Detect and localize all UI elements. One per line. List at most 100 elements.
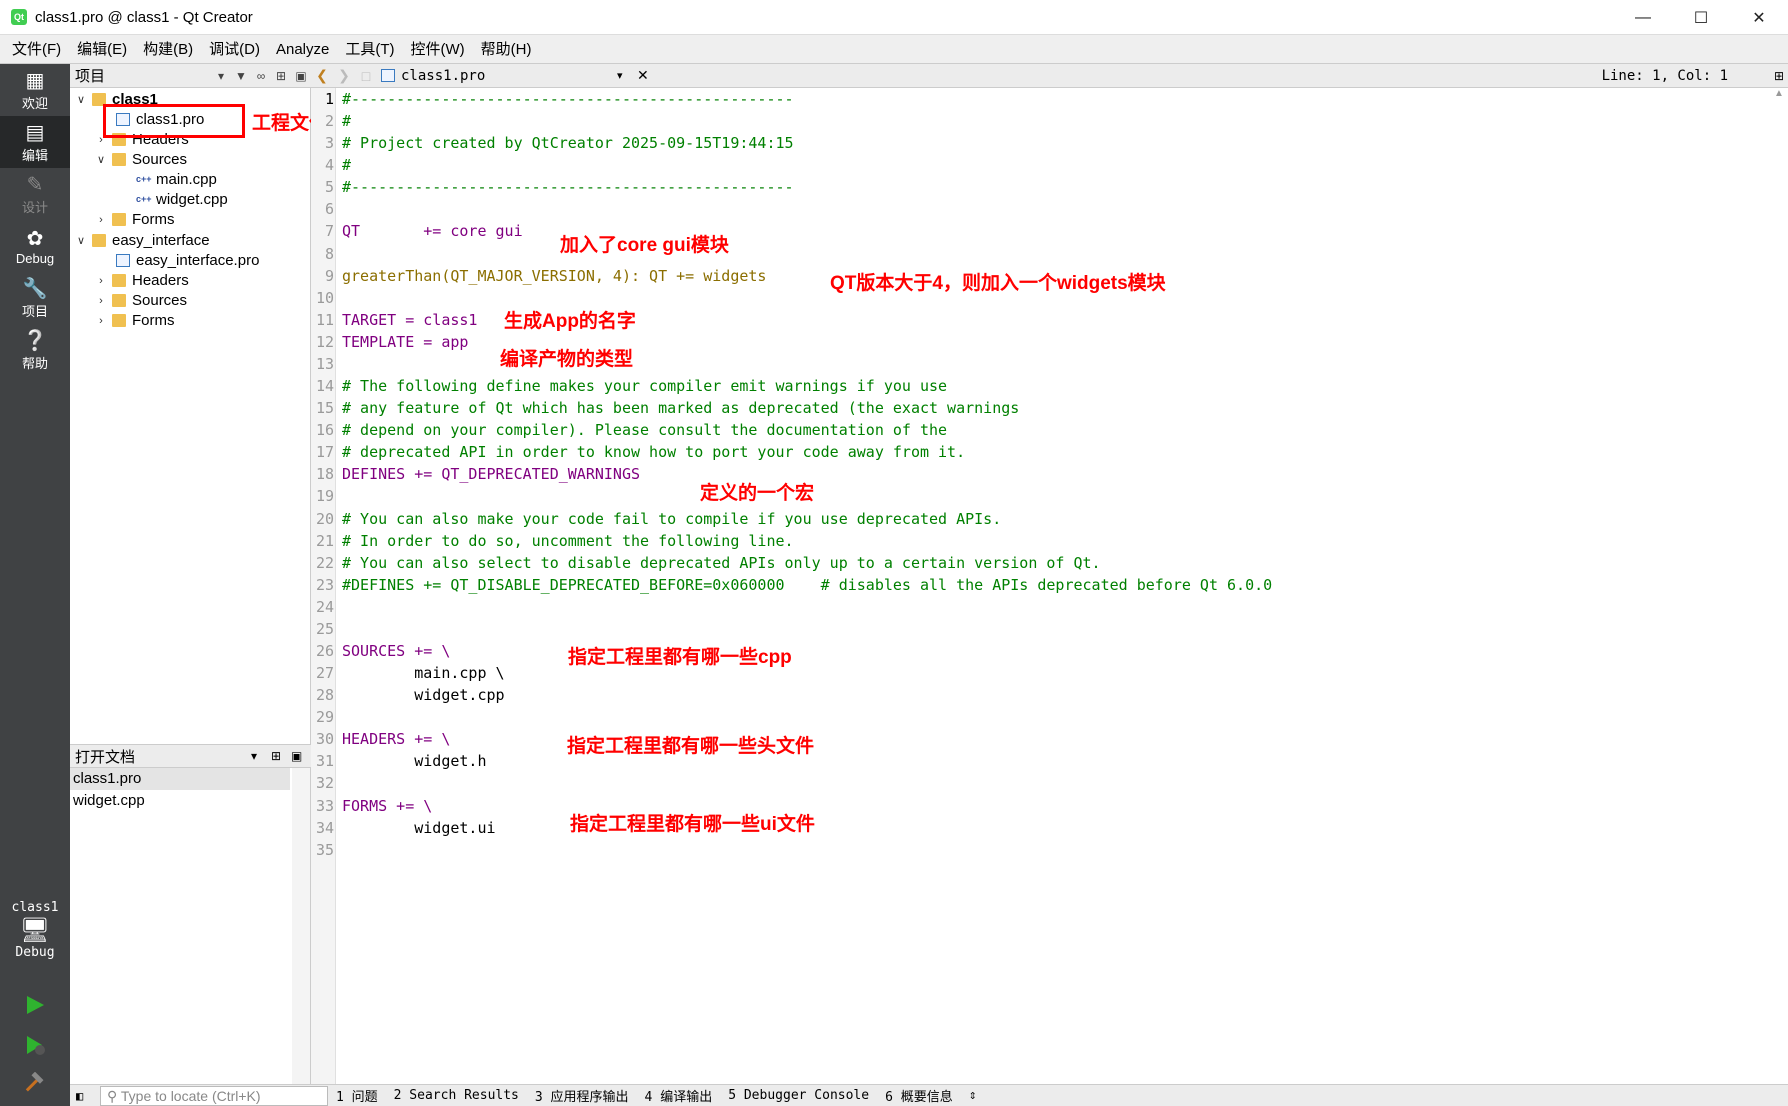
run-button[interactable] <box>0 986 70 1024</box>
editor-scrollbar[interactable]: ▲ <box>1770 88 1788 1084</box>
split-icon[interactable]: ⊞ <box>1774 69 1784 83</box>
editor-toolbar: ❮ ❯ □ class1.pro ▾ ✕ Line: 1, Col: 1 ⊞ <box>311 64 1788 88</box>
menu-file[interactable]: 文件(F) <box>4 35 69 64</box>
menu-widgets[interactable]: 控件(W) <box>403 35 473 64</box>
filter-icon[interactable]: ▼ <box>231 69 251 83</box>
line-number: 19 <box>315 487 334 506</box>
mode-projects[interactable]: 🔧 项目 <box>0 272 70 324</box>
status-bar: ◧ ⚲ Type to locate (Ctrl+K) 1 问题 2 Searc… <box>70 1084 1788 1106</box>
code-line: # In order to do so, uncomment the follo… <box>342 531 794 550</box>
line-number: 22 <box>315 553 334 572</box>
kit-name: class1 <box>11 900 59 915</box>
mode-welcome[interactable]: ▦ 欢迎 <box>0 64 70 116</box>
close-pane-icon[interactable]: ▣ <box>291 749 311 763</box>
back-icon[interactable]: ❮ <box>311 67 333 84</box>
annotation-template: 编译产物的类型 <box>500 349 634 370</box>
monitor-icon: 🖥 <box>19 916 51 944</box>
menu-tools[interactable]: 工具(T) <box>337 35 402 64</box>
chevron-right-icon[interactable]: › <box>94 214 108 226</box>
line-number: 10 <box>315 288 334 307</box>
build-button[interactable] <box>0 1064 70 1102</box>
line-number: 3 <box>324 134 334 153</box>
chevron-down-icon[interactable]: ▾ <box>251 749 271 763</box>
close-icon[interactable]: ✕ <box>637 67 657 84</box>
chevron-right-icon[interactable]: › <box>94 315 108 327</box>
annotation-widgets: QT版本大于4，则加入一个widgets模块 <box>830 273 1166 294</box>
scroll-up-icon[interactable]: ▲ <box>1770 88 1788 99</box>
project-panel-header: 项目 ▾ ▼ ∞ ⊞ ▣ <box>70 64 311 88</box>
pane-issues[interactable]: 1 问题 <box>328 1086 386 1105</box>
code-line: #---------------------------------------… <box>342 90 794 108</box>
open-docs-header: 打开文档 ▾ ⊞ ▣ <box>70 744 311 768</box>
chevron-right-icon[interactable]: › <box>94 275 108 287</box>
forward-icon[interactable]: ❯ <box>333 67 355 84</box>
pane-debugger-console[interactable]: 5 Debugger Console <box>720 1088 877 1103</box>
line-number: 33 <box>315 796 334 815</box>
code-line: #DEFINES += QT_DISABLE_DEPRECATED_BEFORE… <box>342 575 1273 594</box>
code-editor[interactable]: #---------------------------------------… <box>336 88 1770 1084</box>
close-icon[interactable]: ✕ <box>1730 0 1788 35</box>
mode-design[interactable]: ✎ 设计 <box>0 168 70 220</box>
split-icon[interactable]: ⊞ <box>271 749 291 763</box>
line-number: 15 <box>315 399 334 418</box>
pane-app-output[interactable]: 3 应用程序输出 <box>527 1086 637 1105</box>
sidebar-toggle-icon[interactable]: ◧ <box>76 1089 83 1103</box>
close-pane-icon[interactable]: ▣ <box>291 69 311 83</box>
pen-icon: ✎ <box>26 173 44 196</box>
split-icon[interactable]: ⊞ <box>271 69 291 83</box>
menu-debug[interactable]: 调试(D) <box>201 35 268 64</box>
chevron-updown-icon[interactable]: ⇕ <box>961 1088 985 1103</box>
menu-help[interactable]: 帮助(H) <box>473 35 540 64</box>
annotation-headers: 指定工程里都有哪一些头文件 <box>567 736 815 757</box>
code-line: widget.h <box>342 752 487 771</box>
qt-creator-icon: Qt <box>11 9 27 25</box>
list-item[interactable]: class1.pro <box>70 768 290 790</box>
locator-input[interactable]: ⚲ Type to locate (Ctrl+K) <box>100 1085 328 1106</box>
document-selector[interactable]: class1.pro <box>397 68 617 84</box>
tree-item-forms[interactable]: › Forms <box>94 208 174 231</box>
project-panel-title: 项目 <box>75 68 106 85</box>
annotation-target: 生成App的名字 <box>504 311 636 332</box>
line-number: 30 <box>315 730 334 749</box>
hammer-icon <box>25 1072 44 1092</box>
chevron-down-icon[interactable]: ∨ <box>74 234 88 247</box>
chevron-down-icon[interactable]: ▾ <box>617 69 637 82</box>
code-line: # deprecated API in order to know how to… <box>342 443 966 462</box>
run-icon <box>27 996 44 1014</box>
chevron-down-icon[interactable]: ∨ <box>94 153 108 166</box>
scrollbar[interactable] <box>292 768 310 1084</box>
mode-help[interactable]: ❔ 帮助 <box>0 324 70 376</box>
chevron-down-icon[interactable]: ▾ <box>211 69 231 83</box>
code-line: DEFINES += QT_DEPRECATED_WARNINGS <box>342 465 641 484</box>
kit-selector[interactable]: class1 🖥 Debug <box>0 900 70 960</box>
chevron-down-icon[interactable]: ∨ <box>74 93 88 106</box>
folder-icon <box>112 213 126 226</box>
line-number: 18 <box>315 465 334 484</box>
mode-debug[interactable]: ✿ Debug <box>0 220 70 272</box>
chevron-right-icon[interactable]: › <box>94 295 108 307</box>
debug-run-button[interactable] <box>0 1026 70 1064</box>
menu-build[interactable]: 构建(B) <box>135 35 201 64</box>
annotation-qt: 加入了core gui模块 <box>560 235 729 256</box>
menu-analyze[interactable]: Analyze <box>268 35 337 64</box>
code-line: TARGET = class1 <box>342 310 478 329</box>
code-line: # <box>342 112 352 131</box>
list-item[interactable]: widget.cpp <box>70 790 290 812</box>
tree-item-forms-2[interactable]: › Forms <box>94 309 174 332</box>
open-docs-title: 打开文档 <box>75 748 136 766</box>
pane-search-results[interactable]: 2 Search Results <box>386 1088 527 1103</box>
code-line: SOURCES += \ <box>342 642 451 660</box>
pane-compile-output[interactable]: 4 编译输出 <box>637 1086 721 1105</box>
minimize-icon[interactable]: — <box>1614 0 1672 35</box>
mode-edit[interactable]: ▤ 编辑 <box>0 116 70 168</box>
line-number: 7 <box>324 222 334 241</box>
maximize-icon[interactable]: ☐ <box>1672 0 1730 35</box>
line-number: 2 <box>324 112 334 131</box>
link-icon[interactable]: ∞ <box>251 69 271 83</box>
lock-icon: □ <box>361 67 371 84</box>
menu-edit[interactable]: 编辑(E) <box>69 35 135 64</box>
pane-general-messages[interactable]: 6 概要信息 <box>877 1086 961 1105</box>
cpp-file-icon: c++ <box>136 194 152 204</box>
code-line: FORMS += \ <box>342 796 433 815</box>
grid-icon: ▦ <box>25 69 45 92</box>
